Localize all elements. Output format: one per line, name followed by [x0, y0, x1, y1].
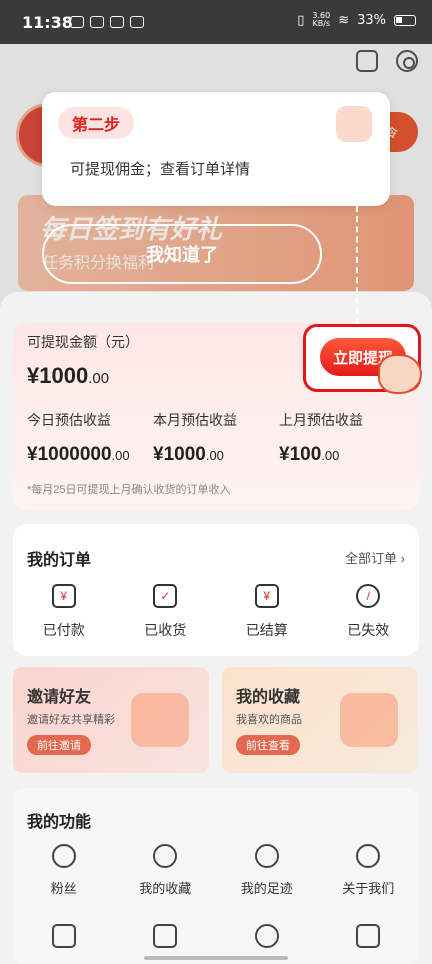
- status-bar: 11:38 ▯ 3.60 KB/s ≋ 33%: [0, 0, 432, 44]
- function-item[interactable]: [216, 924, 318, 948]
- stat-value-decimal: .00: [321, 448, 340, 463]
- function-about[interactable]: 关于我们: [318, 844, 420, 897]
- orders-card: 我的订单 全部订单 › ¥ 已付款 ✓ 已收货 ¥ 已结算 / 已失效: [13, 524, 419, 656]
- go-invite-button[interactable]: 前往邀请: [27, 735, 91, 755]
- function-item[interactable]: [13, 924, 115, 948]
- chat-bubble-icon: [131, 693, 189, 747]
- functions-row: 粉丝 我的收藏 我的足迹 关于我们: [13, 844, 419, 897]
- thumbs-up-icon: [336, 106, 372, 142]
- net-speed: 3.60 KB/s: [312, 11, 331, 28]
- order-status-label: 已付款: [42, 622, 85, 638]
- settled-icon: ¥: [254, 584, 279, 608]
- info-icon: [356, 844, 381, 868]
- earnings-stats: 今日预估收益 ¥1000000.00 本月预估收益 ¥1000.00 上月预估收…: [27, 410, 407, 466]
- function-favorites[interactable]: 我的收藏: [115, 844, 217, 897]
- star-box-icon: [340, 693, 398, 747]
- image-icon: [356, 924, 381, 948]
- stat-value: ¥100.00: [279, 444, 405, 466]
- functions-title: 我的功能: [27, 814, 92, 831]
- notification-icons: [70, 16, 144, 28]
- my-favorites-card[interactable]: 我的收藏 我喜欢的商品 前往查看: [222, 667, 418, 773]
- function-footprints[interactable]: 我的足迹: [216, 844, 318, 897]
- function-item[interactable]: [115, 924, 217, 948]
- invite-title: 邀请好友: [27, 689, 92, 706]
- go-view-button[interactable]: 前往查看: [236, 735, 300, 755]
- guide-tooltip: 第二步 可提现佣金；查看订单详情: [42, 92, 390, 206]
- list-return-icon: [51, 924, 76, 948]
- flag-icon: [254, 844, 279, 868]
- withdrawable-label: 可提现金额（元）: [27, 334, 139, 350]
- stat-this-month: 本月预估收益 ¥1000.00: [153, 410, 279, 466]
- function-label: 关于我们: [342, 881, 395, 896]
- guide-pointer-line: [356, 206, 358, 324]
- stat-value: ¥1000.00: [153, 444, 279, 466]
- functions-row-2: [13, 924, 419, 948]
- order-status-label: 已失效: [347, 622, 390, 638]
- inbox-icon: [153, 924, 178, 948]
- system-icons: ▯ 3.60 KB/s ≋ 33%: [297, 12, 416, 28]
- order-status-received[interactable]: ✓ 已收货: [115, 584, 217, 640]
- all-orders-link[interactable]: 全部订单 ›: [345, 548, 405, 567]
- pointing-hand-icon: [378, 354, 422, 394]
- order-status-label: 已收货: [144, 622, 187, 638]
- order-status-label: 已结算: [245, 622, 288, 638]
- order-status-row: ¥ 已付款 ✓ 已收货 ¥ 已结算 / 已失效: [13, 584, 419, 640]
- stat-value-integer: ¥1000000: [27, 444, 112, 465]
- clock: 11:38: [22, 13, 73, 32]
- tooltip-text: 可提现佣金；查看订单详情: [70, 161, 251, 178]
- notification-icon: [90, 16, 104, 28]
- order-status-paid[interactable]: ¥ 已付款: [13, 584, 115, 640]
- vibrate-icon: ▯: [297, 12, 305, 28]
- stat-value-integer: ¥1000: [153, 444, 206, 465]
- my-functions-card: 我的功能 粉丝 我的收藏 我的足迹 关于我们: [13, 788, 419, 964]
- favorites-subtitle: 我喜欢的商品: [236, 714, 302, 726]
- stat-value-decimal: .00: [205, 448, 224, 463]
- function-fans[interactable]: 粉丝: [13, 844, 115, 897]
- withdrawable-amount: ¥1000.00: [27, 363, 109, 389]
- notification-icon: [130, 16, 144, 28]
- amount-integer: ¥1000: [27, 363, 89, 388]
- order-status-settled[interactable]: ¥ 已结算: [216, 584, 318, 640]
- fans-icon: [51, 844, 76, 868]
- withdraw-note: *每月25日可提现上月确认收货的订单收入: [27, 484, 231, 496]
- wifi-icon: ≋: [338, 12, 350, 28]
- stat-value: ¥1000000.00: [27, 444, 153, 466]
- stat-label: 上月预估收益: [279, 412, 363, 428]
- function-item[interactable]: [318, 924, 420, 948]
- expired-icon: /: [356, 584, 381, 608]
- order-status-expired[interactable]: / 已失效: [318, 584, 420, 640]
- got-it-button[interactable]: 我知道了: [42, 224, 322, 284]
- amount-decimal: .00: [88, 370, 110, 387]
- notification-icon: [70, 16, 84, 28]
- function-label: 我的收藏: [139, 881, 192, 896]
- home-indicator[interactable]: [144, 956, 288, 960]
- invite-friends-card[interactable]: 邀请好友 邀请好友共享精彩 前往邀请: [13, 667, 209, 773]
- received-icon: ✓: [153, 584, 178, 608]
- function-label: 粉丝: [50, 881, 77, 896]
- paid-icon: ¥: [51, 584, 76, 608]
- step-badge: 第二步: [58, 107, 135, 139]
- link-icon: [254, 924, 279, 948]
- battery-percent: 33%: [357, 12, 386, 28]
- invite-subtitle: 邀请好友共享精彩: [27, 714, 115, 726]
- favorites-title: 我的收藏: [236, 689, 301, 706]
- stat-value-decimal: .00: [111, 448, 130, 463]
- orders-title: 我的订单: [27, 552, 92, 569]
- stat-value-integer: ¥100: [279, 444, 322, 465]
- stat-today: 今日预估收益 ¥1000000.00: [27, 410, 153, 466]
- stat-label: 今日预估收益: [27, 412, 111, 428]
- stat-last-month: 上月预估收益 ¥100.00: [279, 410, 405, 466]
- function-label: 我的足迹: [240, 881, 293, 896]
- stat-label: 本月预估收益: [153, 412, 237, 428]
- battery-icon: [394, 14, 416, 26]
- notification-icon: [110, 16, 124, 28]
- star-icon: [153, 844, 178, 868]
